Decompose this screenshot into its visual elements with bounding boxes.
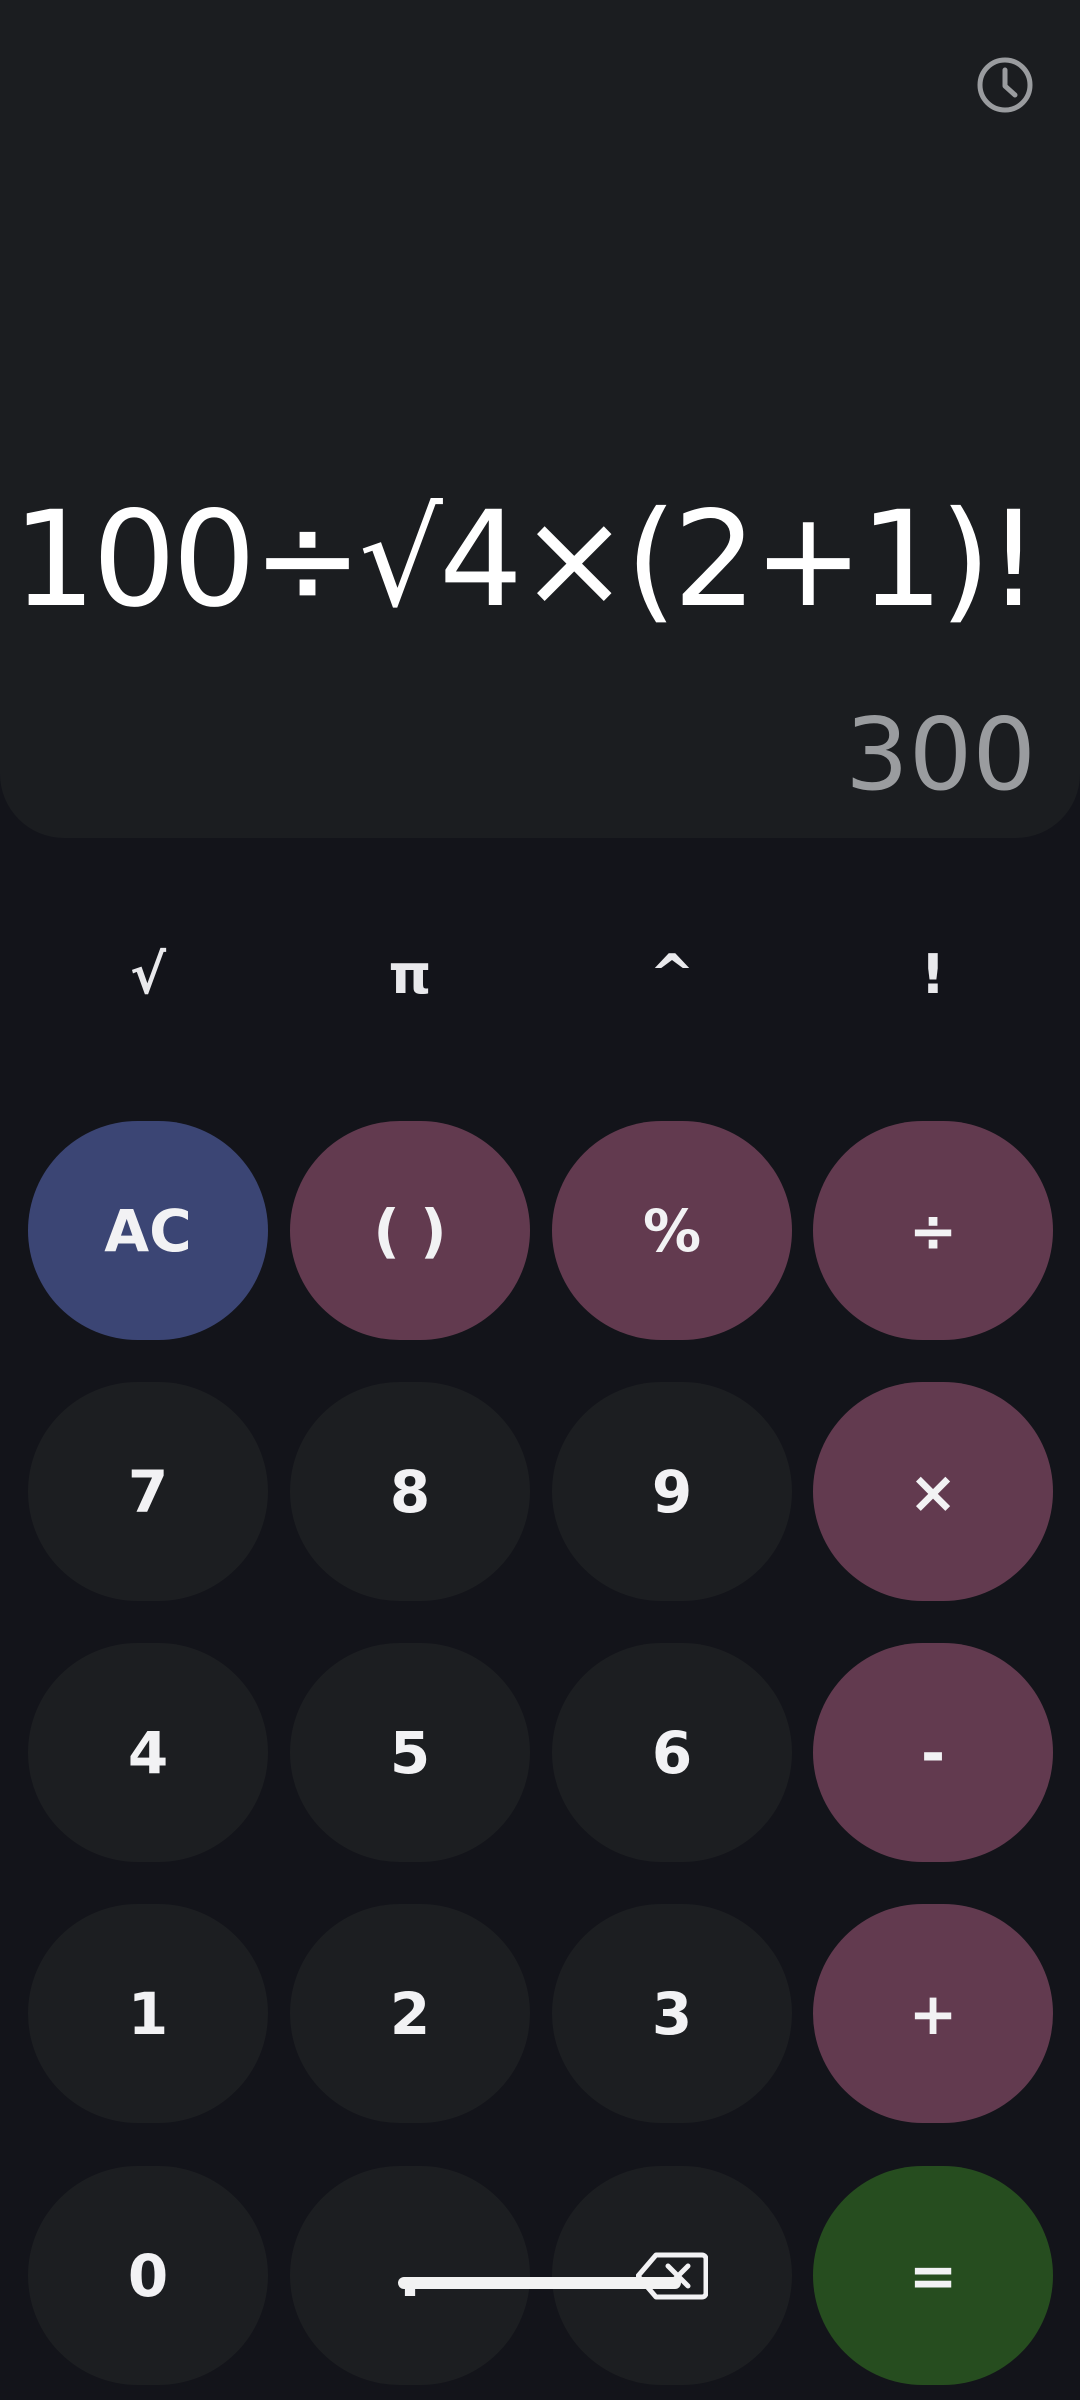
digit-9-button[interactable]: 9 [552, 1382, 792, 1601]
parentheses-button[interactable]: ( ) [290, 1121, 530, 1340]
digit-2-button[interactable]: 2 [290, 1904, 530, 2123]
digit-0-button[interactable]: 0 [28, 2166, 268, 2385]
digit-5-button[interactable]: 5 [290, 1643, 530, 1862]
equals-button[interactable]: = [813, 2166, 1053, 2385]
home-indicator[interactable] [398, 2277, 681, 2289]
percent-button[interactable]: % [552, 1121, 792, 1340]
pi-button[interactable]: π [290, 910, 530, 1038]
history-button[interactable] [970, 50, 1040, 120]
factorial-button[interactable]: ! [813, 910, 1053, 1038]
digit-8-button[interactable]: 8 [290, 1382, 530, 1601]
backspace-button[interactable] [552, 2166, 792, 2385]
sqrt-button[interactable]: √ [28, 910, 268, 1038]
scientific-row: √ π ^ ! [0, 910, 1080, 1038]
plus-button[interactable]: + [813, 1904, 1053, 2123]
divide-button[interactable]: ÷ [813, 1121, 1053, 1340]
digit-4-button[interactable]: 4 [28, 1643, 268, 1862]
decimal-button[interactable]: . [290, 2166, 530, 2385]
power-button[interactable]: ^ [552, 910, 792, 1038]
expression-display[interactable]: 100÷√4×(2+1)! [12, 470, 1040, 650]
backspace-icon [636, 2252, 708, 2299]
digit-7-button[interactable]: 7 [28, 1382, 268, 1601]
minus-button[interactable]: - [813, 1643, 1053, 1862]
calculator-screen: 100÷√4×(2+1)! 300 √ π ^ ! AC ( ) % ÷ 7 8… [0, 0, 1080, 2400]
multiply-button[interactable]: × [813, 1382, 1053, 1601]
display-panel: 100÷√4×(2+1)! 300 [0, 0, 1080, 838]
clock-history-icon [977, 57, 1033, 113]
digit-6-button[interactable]: 6 [552, 1643, 792, 1862]
result-preview: 300 [845, 696, 1036, 813]
digit-1-button[interactable]: 1 [28, 1904, 268, 2123]
clear-button[interactable]: AC [28, 1121, 268, 1340]
digit-3-button[interactable]: 3 [552, 1904, 792, 2123]
